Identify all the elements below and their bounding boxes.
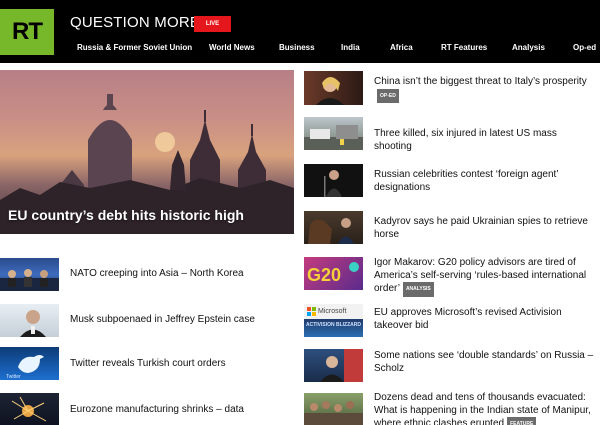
right-story-headline-7[interactable]: Some nations see ‘double standards’ on R…	[374, 350, 596, 375]
right-story-headline-8[interactable]: Dozens dead and tens of thousands evacua…	[374, 392, 596, 425]
right-story-headline-5[interactable]: Igor Makarov: G20 policy advisors are ti…	[374, 257, 596, 297]
op-ed-badge: OP-ED	[377, 88, 399, 103]
right-story-headline-6[interactable]: EU approves Microsoft’s revised Activisi…	[374, 307, 596, 332]
crowd-photo[interactable]	[304, 393, 363, 425]
factory-sparks-photo[interactable]	[0, 393, 59, 425]
horse-photo[interactable]	[304, 211, 363, 244]
twitter-logo-photo[interactable]: Twitter	[0, 347, 59, 380]
left-story-headline-1[interactable]: NATO creeping into Asia – North Korea	[70, 268, 290, 281]
portrait-photo[interactable]	[0, 304, 59, 337]
rt-logo[interactable]: RT	[0, 9, 54, 55]
right-story-headline-3[interactable]: Russian celebrities contest ‘foreign age…	[374, 169, 596, 194]
hero-title[interactable]: EU country’s debt hits historic high	[8, 207, 244, 223]
activision-thumb-text: ACTIVISION BLIZZARD	[306, 322, 361, 328]
right-story-headline-1[interactable]: China isn’t the biggest threat to Italy’…	[374, 76, 596, 103]
svg-text:G20: G20	[307, 265, 341, 285]
left-story-headline-3[interactable]: Twitter reveals Turkish court orders	[70, 358, 290, 371]
conference-photo[interactable]	[0, 258, 59, 291]
nav-item-world-news[interactable]: World News	[209, 43, 255, 52]
nav-item-rt-features[interactable]: RT Features	[441, 43, 487, 52]
hero-story[interactable]: EU country’s debt hits historic high	[0, 70, 294, 234]
right-story-headline-2[interactable]: Three killed, six injured in latest US m…	[374, 128, 596, 153]
left-story-headline-4[interactable]: Eurozone manufacturing shrinks – data	[70, 404, 290, 417]
nav-item-africa[interactable]: Africa	[390, 43, 413, 52]
right-story-title-1: China isn’t the biggest threat to Italy’…	[374, 76, 587, 87]
live-button[interactable]: LIVE	[194, 16, 231, 32]
nav-item-india[interactable]: India	[341, 43, 360, 52]
svg-text:Twitter: Twitter	[6, 374, 21, 380]
performer-photo[interactable]	[304, 164, 363, 197]
right-story-title-8: Dozens dead and tens of thousands evacua…	[374, 392, 591, 425]
feature-badge: FEATURE	[507, 417, 537, 425]
nav-item-business[interactable]: Business	[279, 43, 315, 52]
nav-item-russia[interactable]: Russia & Former Soviet Union	[77, 43, 192, 52]
g20-photo[interactable]: G20	[304, 257, 363, 290]
nav-item-op-ed[interactable]: Op-ed	[573, 43, 596, 52]
left-story-headline-2[interactable]: Musk subpoenaed in Jeffrey Epstein case	[70, 314, 290, 327]
nav-item-analysis[interactable]: Analysis	[512, 43, 545, 52]
street-scene-photo[interactable]	[304, 117, 363, 150]
scholz-photo[interactable]	[304, 349, 363, 382]
microsoft-thumb-text: Microsoft	[318, 308, 347, 315]
politician-photo[interactable]	[304, 71, 363, 105]
logo-text: RT	[12, 18, 43, 45]
analysis-badge: ANALYSIS	[402, 282, 434, 297]
microsoft-activision-photo[interactable]: Microsoft ACTIVISION BLIZZARD	[304, 304, 363, 337]
right-story-headline-4[interactable]: Kadyrov says he paid Ukrainian spies to …	[374, 216, 596, 241]
site-header: RT QUESTION MORE LIVE Russia & Former So…	[0, 0, 600, 63]
tagline: QUESTION MORE	[70, 14, 201, 31]
